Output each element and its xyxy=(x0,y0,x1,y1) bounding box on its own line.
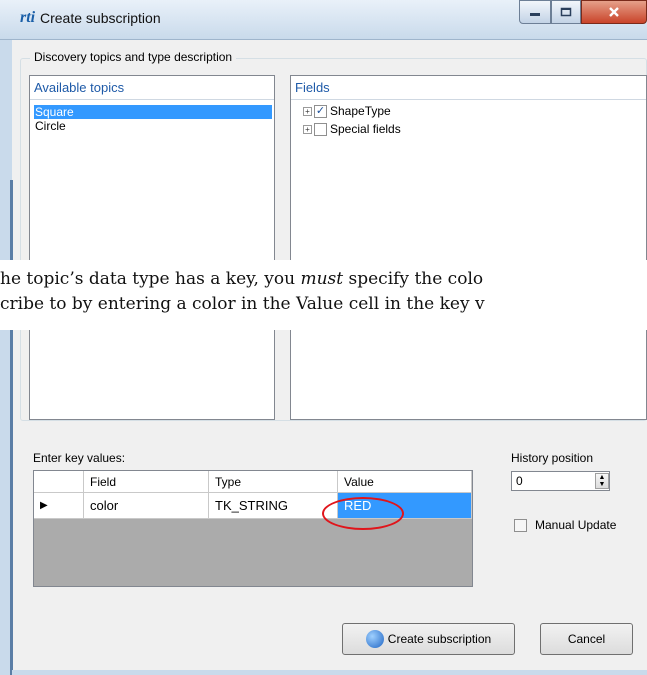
topic-item-square[interactable]: Square xyxy=(34,105,272,119)
tree-node-label: Special fields xyxy=(330,122,401,136)
manual-update-checkbox[interactable] xyxy=(514,519,527,532)
fields-header: Fields xyxy=(291,76,646,100)
history-position-value[interactable]: 0 xyxy=(516,474,523,488)
document-text-line-1: he topic’s data type has a key, you must… xyxy=(0,269,484,289)
column-header-value[interactable]: Value xyxy=(338,471,472,493)
window-left-edge xyxy=(10,330,13,675)
tree-node-label: ShapeType xyxy=(330,104,391,118)
tree-node-shapetype[interactable]: + ✓ ShapeType xyxy=(303,103,391,119)
cancel-label: Cancel xyxy=(567,632,606,646)
row-selector-icon[interactable]: ▶ xyxy=(34,493,84,519)
create-subscription-label: Create subscription xyxy=(387,632,492,646)
maximize-button[interactable] xyxy=(551,0,581,24)
column-header-field[interactable]: Field xyxy=(84,471,209,493)
expand-icon[interactable]: + xyxy=(303,124,312,134)
row-header-corner xyxy=(34,471,84,493)
cell-field[interactable]: color xyxy=(84,493,209,519)
create-subscription-button[interactable]: Create subscription xyxy=(342,623,515,655)
checkbox-shapetype[interactable]: ✓ xyxy=(314,104,327,118)
checkbox-special-fields[interactable] xyxy=(314,122,327,136)
stepper-arrows-icon[interactable]: ▲ ▼ xyxy=(595,473,609,489)
close-icon xyxy=(609,7,619,17)
window-left-edge xyxy=(10,180,13,260)
rti-logo-icon: rti xyxy=(20,9,36,26)
key-values-label: Enter key values: xyxy=(33,451,126,465)
document-text-line-2: cribe to by entering a color in the Valu… xyxy=(0,294,485,314)
available-topics-list[interactable]: Available topics Square Circle xyxy=(29,75,275,420)
column-header-type[interactable]: Type xyxy=(209,471,338,493)
maximize-icon xyxy=(560,7,572,17)
close-button[interactable] xyxy=(581,0,647,24)
history-position-stepper[interactable]: 0 ▲ ▼ xyxy=(511,471,610,491)
available-topics-header: Available topics xyxy=(30,76,274,100)
minimize-button[interactable] xyxy=(519,0,551,24)
window-title: Create subscription xyxy=(40,10,161,26)
minimize-icon xyxy=(530,13,540,16)
manual-update-label: Manual Update xyxy=(535,518,617,532)
subscribe-globe-icon xyxy=(365,630,384,648)
topic-item-circle[interactable]: Circle xyxy=(34,119,66,133)
key-values-grid[interactable]: Field Type Value ▶ color TK_STRING RED xyxy=(33,470,473,587)
tree-node-special-fields[interactable]: + Special fields xyxy=(303,121,401,137)
discovery-group-legend: Discovery topics and type description xyxy=(30,48,237,66)
history-position-label: History position xyxy=(511,451,594,465)
cancel-button[interactable]: Cancel xyxy=(540,623,633,655)
annotation-circle xyxy=(322,497,404,530)
expand-icon[interactable]: + xyxy=(303,106,312,116)
fields-tree[interactable]: Fields + ✓ ShapeType + Special fields xyxy=(290,75,647,420)
cell-type[interactable]: TK_STRING xyxy=(209,493,338,519)
window-bottom-border xyxy=(12,670,647,675)
